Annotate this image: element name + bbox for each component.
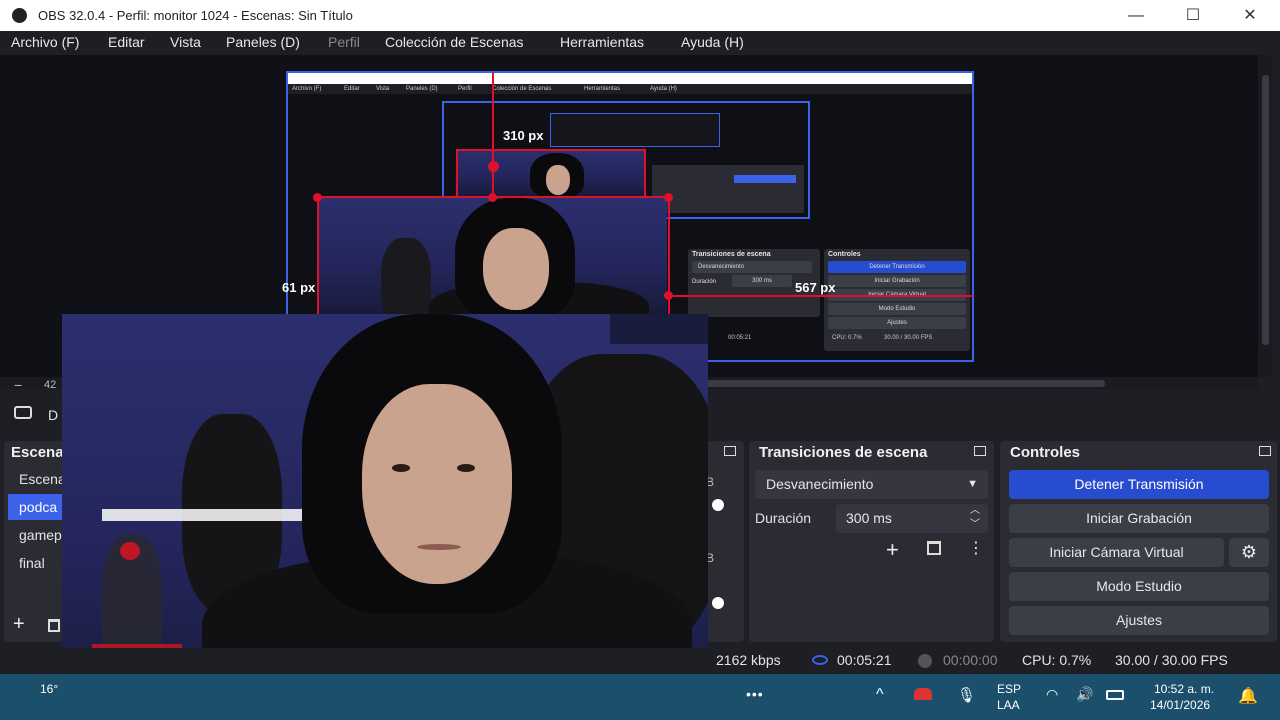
transitions-dock: Transiciones de escena Desvanecimiento ▼… [749, 441, 994, 642]
nested-bounding-box [456, 149, 646, 198]
duration-label: Duración [755, 510, 812, 526]
studio-mode-button[interactable]: Modo Estudio [1009, 572, 1269, 601]
record-time: 00:00:00 [943, 652, 998, 668]
wifi-icon[interactable]: ◠ [1046, 686, 1058, 703]
zoom-value: 42 [44, 379, 57, 391]
chevron-down-icon[interactable]: ﹀ [970, 510, 980, 539]
window-titlebar: OBS 32.0.4 - Perfil: monitor 1024 - Esce… [0, 0, 1280, 31]
menu-vista[interactable]: Vista [170, 34, 201, 50]
bitrate: 2162 kbps [716, 652, 781, 668]
menu-paneles[interactable]: Paneles (D) [226, 34, 300, 50]
battery-icon[interactable] [1106, 690, 1124, 700]
chevron-up-icon[interactable]: ^ [876, 686, 884, 704]
chevron-down-icon: ▼ [967, 478, 978, 490]
source-bounding-box[interactable] [317, 196, 670, 318]
menu-ayuda[interactable]: Ayuda (H) [681, 34, 744, 50]
status-bar: 2162 kbps 00:05:21 00:00:00 CPU: 0.7% 30… [0, 648, 1280, 674]
start-recording-button[interactable]: Iniciar Grabación [1009, 504, 1269, 533]
fps: 30.00 / 30.00 FPS [1115, 652, 1228, 668]
preview-vertical-scrollbar[interactable] [1258, 55, 1272, 377]
transitions-title: Transiciones de escena [759, 444, 928, 461]
source-toolbar-label: D [48, 407, 59, 423]
menu-perfil[interactable]: Perfil [328, 34, 360, 50]
stream-status-icon [812, 655, 828, 665]
dock-float-icon[interactable] [974, 446, 986, 456]
obs-tray-icon[interactable] [914, 688, 932, 700]
weather-temp[interactable]: 16° [40, 682, 58, 696]
duration-spinbox[interactable]: 300 ms ︿ ﹀ [836, 504, 988, 533]
dock-float-icon[interactable] [724, 446, 736, 456]
cpu-usage: CPU: 0.7% [1022, 652, 1092, 668]
rose [120, 542, 140, 560]
window-title: OBS 32.0.4 - Perfil: monitor 1024 - Esce… [38, 8, 353, 23]
resize-handle-top-right[interactable] [664, 193, 673, 202]
remove-scene-icon[interactable] [48, 619, 60, 632]
more-apps-icon[interactable]: ••• [746, 686, 764, 702]
add-scene-icon[interactable]: + [13, 613, 25, 636]
resize-handle-right[interactable] [664, 291, 673, 300]
record-status-icon [918, 654, 932, 668]
duration-value: 300 ms [846, 510, 892, 526]
transition-select-value: Desvanecimiento [766, 476, 874, 492]
language-top[interactable]: ESP [997, 682, 1021, 696]
remove-transition-icon[interactable] [927, 541, 941, 555]
measure-line-right [670, 295, 973, 297]
measure-label-left: 61 px [282, 280, 316, 295]
menu-archivo[interactable]: Archivo (F) [11, 34, 79, 50]
menu-coleccion-escenas[interactable]: Colección de Escenas [385, 34, 524, 50]
transition-select[interactable]: Desvanecimiento ▼ [755, 470, 988, 499]
notification-bell-icon[interactable]: 🔔 [1238, 686, 1258, 706]
nested-menu-bar: Archivo (F) Editar Vista Paneles (D) Per… [288, 84, 972, 94]
clock-date[interactable]: 14/01/2026 [1150, 698, 1210, 712]
resize-handle-top-left[interactable] [313, 193, 322, 202]
rotation-handle[interactable] [488, 161, 499, 172]
stop-streaming-button[interactable]: Detener Transmisión [1009, 470, 1269, 499]
windows-taskbar: 16° ••• ^ 🎙 ESP LAA ◠ 🔊 10:52 a. m. 14/0… [0, 674, 1280, 720]
speaker-icon[interactable]: 🔊 [1076, 686, 1093, 703]
more-options-icon[interactable]: ⋮ [968, 538, 984, 558]
menu-herramientas[interactable]: Herramientas [560, 34, 644, 50]
stream-time: 00:05:21 [837, 652, 892, 668]
measure-label-right: 567 px [795, 280, 836, 295]
language-bottom[interactable]: LAA [997, 698, 1020, 712]
dock-float-icon[interactable] [1259, 446, 1271, 456]
scenes-title: Escena [11, 444, 64, 461]
resize-handle-top[interactable] [488, 193, 497, 202]
clock-time[interactable]: 10:52 a. m. [1154, 682, 1214, 696]
obs-logo-icon [12, 8, 27, 23]
gear-icon[interactable]: ⚙ [1229, 538, 1269, 567]
maximize-button[interactable]: ☐ [1164, 0, 1222, 31]
menu-editar[interactable]: Editar [108, 34, 145, 50]
camera-icon [14, 406, 32, 419]
controls-title: Controles [1010, 444, 1081, 461]
controls-dock: Controles Detener Transmisión Iniciar Gr… [1000, 441, 1277, 642]
measure-label-top: 310 px [503, 128, 544, 143]
add-transition-icon[interactable]: + [886, 537, 899, 563]
close-button[interactable]: ✕ [1221, 0, 1279, 31]
measure-line-top [492, 72, 494, 196]
microphone-icon[interactable]: 🎙 [957, 686, 976, 704]
minimize-button[interactable]: — [1107, 0, 1165, 31]
settings-button[interactable]: Ajustes [1009, 606, 1269, 635]
scenes-dock: Escena Escena podca gamep final + [4, 441, 75, 642]
person-face [362, 384, 512, 584]
menu-bar: Archivo (F) Editar Vista Paneles (D) Per… [0, 31, 1280, 55]
start-virtual-camera-button[interactable]: Iniciar Cámara Virtual [1009, 538, 1224, 567]
